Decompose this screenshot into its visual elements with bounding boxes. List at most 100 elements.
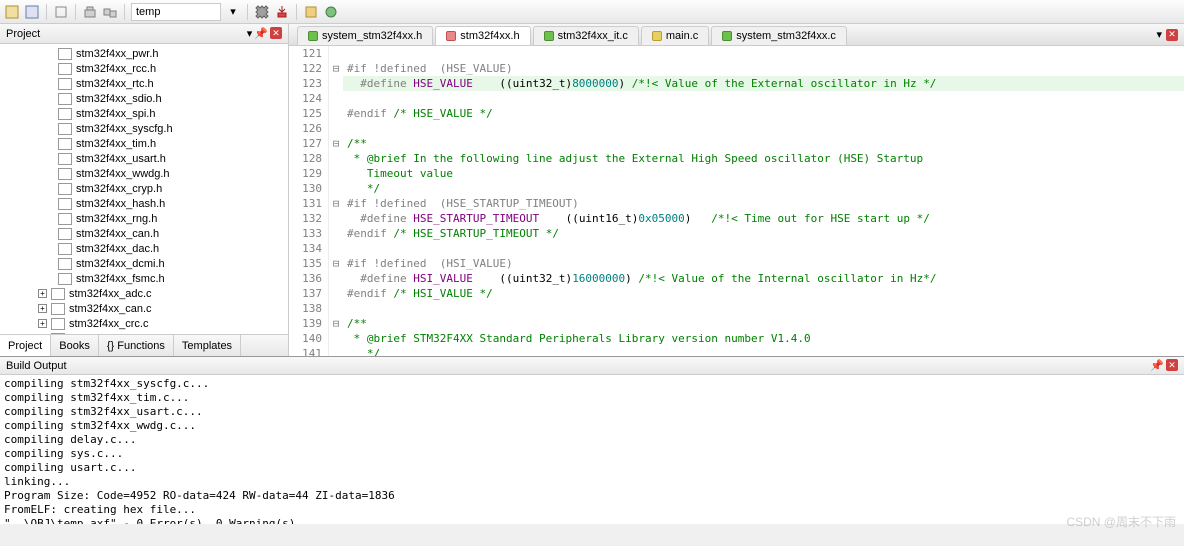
tab-label: Project: [8, 340, 42, 352]
tree-file[interactable]: stm32f4xx_cryp.h: [0, 181, 288, 196]
main-toolbar: ▾: [0, 0, 1184, 24]
expand-icon[interactable]: +: [38, 319, 47, 328]
project-tree[interactable]: stm32f4xx_pwr.h stm32f4xx_rcc.h stm32f4xx_…: [0, 44, 288, 334]
panel-tab[interactable]: {} Functions: [99, 335, 174, 356]
tab-label: stm32f4xx_it.c: [558, 30, 628, 42]
download-icon[interactable]: [274, 4, 290, 20]
panel-bottom-tabs: Project Books {} Functions Templates: [0, 334, 288, 356]
tree-file[interactable]: stm32f4xx_wwdg.h: [0, 166, 288, 181]
tree-file[interactable]: stm32f4xx_can.h: [0, 226, 288, 241]
tree-item-label: stm32f4xx_rng.h: [76, 213, 157, 225]
file-c-icon: [51, 333, 65, 335]
file-c-icon: [51, 303, 65, 315]
close-icon[interactable]: ✕: [270, 27, 282, 39]
toolbar-button[interactable]: [303, 4, 319, 20]
expand-icon[interactable]: +: [38, 289, 47, 298]
file-type-icon: [308, 31, 318, 41]
tree-file[interactable]: +stm32f4xx_adc.c: [0, 286, 288, 301]
tree-file[interactable]: stm32f4xx_rcc.h: [0, 61, 288, 76]
tree-item-label: stm32f4xx_pwr.h: [76, 48, 159, 60]
toolbar-button[interactable]: [4, 4, 20, 20]
close-tab-icon[interactable]: ✕: [1166, 29, 1178, 41]
tab-label: main.c: [666, 30, 698, 42]
build-output-title: Build Output: [6, 360, 67, 372]
tab-label: Templates: [182, 340, 232, 352]
panel-tab[interactable]: Books: [51, 335, 99, 356]
tree-file[interactable]: +stm32f4xx_can.c: [0, 301, 288, 316]
tree-item-label: stm32f4xx_cryp.h: [76, 183, 162, 195]
options-icon[interactable]: [254, 4, 270, 20]
tree-item-label: stm32f4xx_rtc.h: [76, 78, 154, 90]
tree-file[interactable]: stm32f4xx_hash.h: [0, 196, 288, 211]
file-h-icon: [58, 123, 72, 135]
file-h-icon: [58, 168, 72, 180]
tree-item-label: stm32f4xx_hash.h: [76, 198, 165, 210]
file-h-icon: [58, 243, 72, 255]
code-content[interactable]: #if !defined (HSE_VALUE) #define HSE_VAL…: [343, 46, 1184, 356]
rebuild-icon[interactable]: [102, 4, 118, 20]
tree-file[interactable]: stm32f4xx_dcmi.h: [0, 256, 288, 271]
separator: [296, 4, 297, 20]
tree-file[interactable]: stm32f4xx_rng.h: [0, 211, 288, 226]
code-editor[interactable]: 1211221231241251261271281291301311321331…: [289, 46, 1184, 356]
editor-tab[interactable]: system_stm32f4xx.c: [711, 26, 847, 45]
file-type-icon: [446, 31, 456, 41]
file-h-icon: [58, 138, 72, 150]
build-output-header: Build Output 📌 ✕: [0, 357, 1184, 375]
panel-menu-icon[interactable]: ▾: [247, 27, 253, 40]
editor-tab[interactable]: main.c: [641, 26, 709, 45]
expand-icon[interactable]: +: [38, 304, 47, 313]
tree-item-label: stm32f4xx_sdio.h: [76, 93, 162, 105]
panel-tab[interactable]: Templates: [174, 335, 241, 356]
tree-item-label: stm32f4xx_usart.h: [76, 153, 166, 165]
editor-tab[interactable]: system_stm32f4xx.h: [297, 26, 433, 45]
build-icon[interactable]: [82, 4, 98, 20]
fold-column[interactable]: ⊟ ⊟ ⊟ ⊟ ⊟ ⊟: [329, 46, 343, 356]
editor-tab[interactable]: stm32f4xx.h: [435, 26, 530, 45]
tree-item-label: stm32f4xx_wwdg.h: [76, 168, 170, 180]
close-icon[interactable]: ✕: [1166, 359, 1178, 371]
pin-icon[interactable]: 📌: [1150, 359, 1164, 372]
tree-file[interactable]: +stm32f4xx_crc.c: [0, 316, 288, 331]
build-output-content[interactable]: compiling stm32f4xx_syscfg.c... compilin…: [0, 375, 1184, 524]
pin-icon[interactable]: 📌: [254, 27, 268, 40]
toolbar-button[interactable]: [323, 4, 339, 20]
tree-file[interactable]: stm32f4xx_syscfg.h: [0, 121, 288, 136]
tree-file[interactable]: stm32f4xx_usart.h: [0, 151, 288, 166]
line-gutter: 1211221231241251261271281291301311321331…: [289, 46, 329, 356]
file-type-icon: [544, 31, 554, 41]
toolbar-button[interactable]: [53, 4, 69, 20]
tree-file[interactable]: stm32f4xx_tim.h: [0, 136, 288, 151]
file-h-icon: [58, 108, 72, 120]
file-h-icon: [58, 228, 72, 240]
file-h-icon: [58, 153, 72, 165]
panel-tab[interactable]: Project: [0, 335, 51, 356]
file-h-icon: [58, 258, 72, 270]
tree-file[interactable]: stm32f4xx_rtc.h: [0, 76, 288, 91]
tab-label: {} Functions: [107, 340, 165, 352]
tab-label: Books: [59, 340, 90, 352]
tree-item-label: stm32f4xx_tim.h: [76, 138, 156, 150]
file-h-icon: [58, 63, 72, 75]
file-h-icon: [58, 183, 72, 195]
editor-tabs: system_stm32f4xx.hstm32f4xx.h stm32f4xx_i…: [289, 24, 1184, 46]
file-h-icon: [58, 213, 72, 225]
separator: [75, 4, 76, 20]
tree-item-label: stm32f4xx_rcc.h: [76, 63, 156, 75]
file-h-icon: [58, 273, 72, 285]
target-select[interactable]: [131, 3, 221, 21]
tree-file[interactable]: stm32f4xx_fsmc.h: [0, 271, 288, 286]
editor-tab[interactable]: stm32f4xx_it.c: [533, 26, 639, 45]
tree-file[interactable]: stm32f4xx_pwr.h: [0, 46, 288, 61]
tree-file[interactable]: stm32f4xx_sdio.h: [0, 91, 288, 106]
project-panel-title: Project: [6, 28, 40, 40]
file-c-icon: [51, 288, 65, 300]
tree-item-label: stm32f4xx_syscfg.h: [76, 123, 173, 135]
file-c-icon: [51, 318, 65, 330]
tree-file[interactable]: stm32f4xx_dac.h: [0, 241, 288, 256]
tree-file[interactable]: stm32f4xx_spi.h: [0, 106, 288, 121]
dropdown-icon[interactable]: ▾: [225, 4, 241, 20]
file-h-icon: [58, 198, 72, 210]
toolbar-button[interactable]: [24, 4, 40, 20]
dropdown-icon[interactable]: ▾: [1156, 28, 1162, 41]
